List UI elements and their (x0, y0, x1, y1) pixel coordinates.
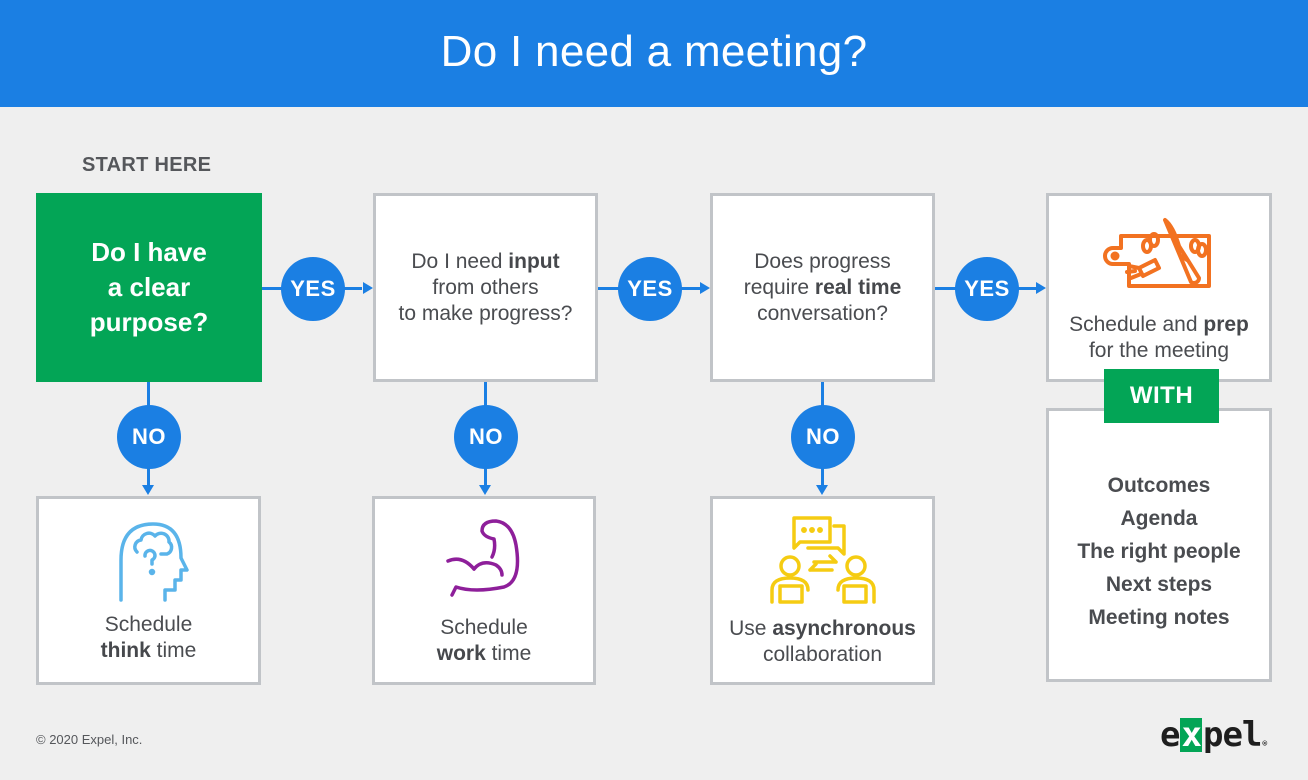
arrow-right-icon (700, 282, 710, 294)
arrow-down-icon (479, 485, 491, 495)
yes-badge: YES (618, 257, 682, 321)
yes-badge: YES (955, 257, 1019, 321)
question-real-time: Does progress require real time conversa… (710, 193, 935, 382)
outcome-line: Schedule and prep (1069, 312, 1249, 336)
head-question-icon (118, 521, 189, 602)
list-item: Agenda (1120, 506, 1198, 530)
checklist-items: Outcomes Agenda The right people Next st… (1077, 469, 1240, 634)
no-badge: NO (791, 405, 855, 469)
arrow-right-icon (1036, 282, 1046, 294)
list-item: Next steps (1105, 572, 1213, 596)
arrow-down-icon (816, 485, 828, 495)
list-item: The right people (1077, 539, 1241, 563)
question-line: from others (432, 275, 539, 299)
logo-x-mark: x (1180, 715, 1202, 755)
outcome-line: Use asynchronous (729, 616, 916, 640)
start-here-label: START HERE (82, 154, 212, 176)
outcome-line: think time (100, 638, 197, 662)
registered-mark: ® (1262, 739, 1267, 748)
outcome-line: work time (436, 641, 532, 665)
outcome-schedule-prep: Schedule and prep for the meeting (1046, 193, 1272, 382)
outcome-async-collaboration: Use asynchronous collaboration (710, 496, 935, 685)
question-line: a clear (107, 272, 191, 302)
copyright: © 2020 Expel, Inc. (36, 732, 143, 747)
meeting-checklist: Outcomes Agenda The right people Next st… (1046, 408, 1272, 682)
with-label: WITH (1104, 369, 1219, 423)
question-line: conversation? (757, 301, 888, 325)
arrow-right-icon (363, 282, 373, 294)
question-line: purpose? (89, 307, 209, 337)
question-line: Do I need input (411, 249, 560, 273)
yes-badge: YES (281, 257, 345, 321)
no-badge: NO (454, 405, 518, 469)
question-clear-purpose: Do I have a clear purpose? (36, 193, 262, 382)
question-line: to make progress? (398, 301, 573, 325)
arrow-down-icon (142, 485, 154, 495)
outcome-line: Schedule (440, 615, 528, 639)
expel-logo: e x pel ® (1160, 715, 1267, 755)
outcome-line: for the meeting (1088, 338, 1230, 362)
question-line: Does progress (754, 249, 891, 273)
outcome-work-time: Schedule work time (372, 496, 596, 685)
page-title: Do I need a meeting? (440, 26, 868, 76)
no-badge: NO (117, 405, 181, 469)
logo-text: pel (1202, 715, 1262, 755)
flexed-arm-icon (446, 518, 520, 597)
async-collaboration-icon (769, 515, 876, 604)
question-line: require real time (743, 275, 902, 299)
outcome-line: Schedule (104, 612, 193, 636)
question-line: Do I have (91, 237, 207, 267)
outcome-line: collaboration (762, 642, 883, 666)
cutting-board-knife-icon (1103, 217, 1211, 288)
logo-text: e (1160, 715, 1181, 755)
question-need-input: Do I need input from others to make prog… (373, 193, 598, 382)
list-item: Meeting notes (1088, 605, 1230, 629)
list-item: Outcomes (1107, 473, 1211, 497)
outcome-think-time: Schedule think time (36, 496, 261, 685)
header-banner: Do I need a meeting? (0, 0, 1308, 107)
